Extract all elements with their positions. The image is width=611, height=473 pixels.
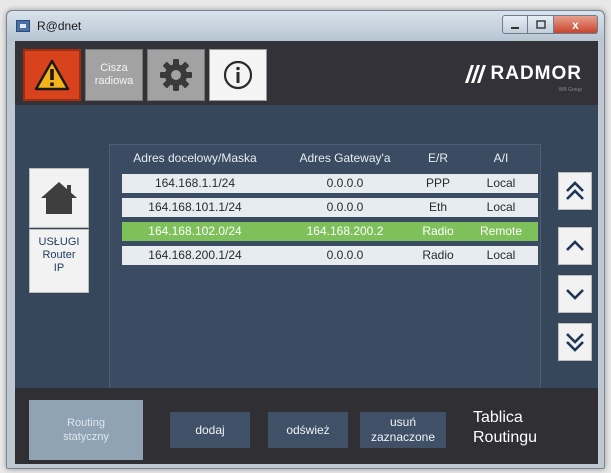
column-header-destination: Adres docelowy/Maska bbox=[133, 151, 257, 165]
delete-line1: usuń bbox=[389, 415, 416, 429]
scroll-up-button[interactable] bbox=[558, 227, 592, 265]
cell-gateway: 0.0.0.0 bbox=[326, 176, 364, 190]
cell-gateway: 0.0.0.0 bbox=[326, 200, 364, 214]
cell-er: PPP bbox=[425, 176, 450, 190]
cell-destination: 164.168.101.1/24 bbox=[148, 200, 242, 214]
table-row[interactable]: 164.168.200.1/24 0.0.0.0 Radio Local bbox=[122, 246, 538, 265]
refresh-button[interactable]: odśwież bbox=[268, 412, 348, 448]
logo-subtext: WB Group bbox=[558, 87, 582, 93]
app-content: Cisza radiowa RADMOR WB Group USŁUGI Rou… bbox=[15, 41, 598, 464]
app-icon bbox=[16, 20, 30, 32]
minimize-icon bbox=[511, 26, 519, 29]
delete-line2: zaznaczone bbox=[370, 430, 436, 444]
column-header-ai: A/I bbox=[493, 151, 509, 165]
cell-destination: 164.168.200.1/24 bbox=[148, 248, 242, 262]
info-button[interactable] bbox=[209, 49, 267, 101]
page-first-icon bbox=[566, 181, 584, 200]
bottom-bar: Routing statyczny dodaj odśwież usuń zaz… bbox=[15, 388, 598, 464]
static-routing-tab[interactable]: Routing statyczny bbox=[29, 400, 143, 460]
add-button[interactable]: dodaj bbox=[170, 412, 250, 448]
cell-er: Radio bbox=[422, 224, 454, 238]
warning-icon bbox=[34, 59, 70, 91]
routing-table: Adres docelowy/Maska Adres Gateway'a E/R… bbox=[109, 144, 541, 398]
cell-gateway: 0.0.0.0 bbox=[326, 248, 364, 262]
maximize-button[interactable] bbox=[528, 15, 554, 34]
table-row[interactable]: 164.168.101.1/24 0.0.0.0 Eth Local bbox=[122, 198, 538, 217]
page-title: Tablica Routingu bbox=[473, 408, 537, 448]
minimize-button[interactable] bbox=[502, 15, 528, 34]
scroll-down-button[interactable] bbox=[558, 275, 592, 313]
window-controls: x bbox=[502, 15, 598, 35]
radio-silence-button[interactable]: Cisza radiowa bbox=[85, 49, 143, 101]
title-bar: R@dnet x bbox=[7, 11, 604, 41]
settings-button[interactable] bbox=[147, 49, 205, 101]
radio-silence-line1: Cisza bbox=[100, 62, 128, 74]
arrow-down-icon bbox=[566, 289, 584, 300]
gear-icon bbox=[160, 59, 192, 91]
static-routing-label: Routing statyczny bbox=[63, 416, 109, 444]
table-header: Adres docelowy/Maska Adres Gateway'a E/R… bbox=[110, 151, 540, 169]
cell-er: Radio bbox=[422, 248, 454, 262]
alarm-button[interactable] bbox=[23, 49, 81, 101]
scroll-last-button[interactable] bbox=[558, 323, 592, 361]
delete-selected-label: usuń zaznaczone bbox=[371, 415, 435, 445]
radio-silence-label: Cisza radiowa bbox=[95, 62, 134, 88]
page-last-icon bbox=[566, 333, 584, 352]
cell-destination: 164.168.1.1/24 bbox=[154, 176, 236, 190]
maximize-icon bbox=[535, 19, 546, 29]
cell-destination: 164.168.102.0/24 bbox=[148, 224, 242, 238]
page-title-line2: Routingu bbox=[473, 429, 538, 446]
close-button[interactable]: x bbox=[554, 15, 598, 34]
cell-ai: Local bbox=[486, 176, 516, 190]
ip-router-line1: USŁUGI bbox=[38, 236, 80, 248]
cell-ai: Local bbox=[486, 200, 516, 214]
top-toolbar: Cisza radiowa RADMOR WB Group bbox=[15, 41, 598, 105]
logo-text: RADMOR bbox=[490, 63, 582, 84]
radio-silence-line2: radiowa bbox=[94, 75, 134, 87]
column-header-gateway: Adres Gateway'a bbox=[299, 151, 391, 165]
column-header-er: E/R bbox=[427, 151, 448, 165]
static-routing-line2: statyczny bbox=[63, 431, 109, 443]
table-row[interactable]: 164.168.1.1/24 0.0.0.0 PPP Local bbox=[122, 174, 538, 193]
table-row-selected[interactable]: 164.168.102.0/24 164.168.200.2 Radio Rem… bbox=[122, 222, 538, 241]
cell-gateway: 164.168.200.2 bbox=[306, 224, 384, 238]
cell-er: Eth bbox=[428, 200, 447, 214]
radmor-logo: RADMOR WB Group bbox=[464, 63, 582, 93]
window-title: R@dnet bbox=[37, 19, 82, 33]
logo-mark-icon bbox=[464, 65, 486, 83]
static-routing-line1: Routing bbox=[67, 417, 105, 429]
ip-router-line3: IP bbox=[53, 262, 65, 274]
cell-ai: Local bbox=[486, 248, 516, 262]
page-title-line1: Tablica bbox=[473, 409, 523, 426]
close-icon: x bbox=[572, 17, 579, 32]
ip-router-line2: Router bbox=[42, 249, 76, 261]
cell-ai: Remote bbox=[479, 224, 523, 238]
arrow-up-icon bbox=[566, 240, 584, 251]
app-window: R@dnet x Cisza radiowa RADMOR WB Group U… bbox=[6, 10, 605, 469]
scroll-first-button[interactable] bbox=[558, 172, 592, 210]
delete-selected-button[interactable]: usuń zaznaczone bbox=[360, 412, 446, 448]
ip-router-services-button[interactable]: USŁUGI Router IP bbox=[29, 229, 89, 293]
home-button[interactable] bbox=[29, 168, 89, 228]
home-icon bbox=[41, 182, 77, 214]
info-icon bbox=[223, 60, 253, 90]
